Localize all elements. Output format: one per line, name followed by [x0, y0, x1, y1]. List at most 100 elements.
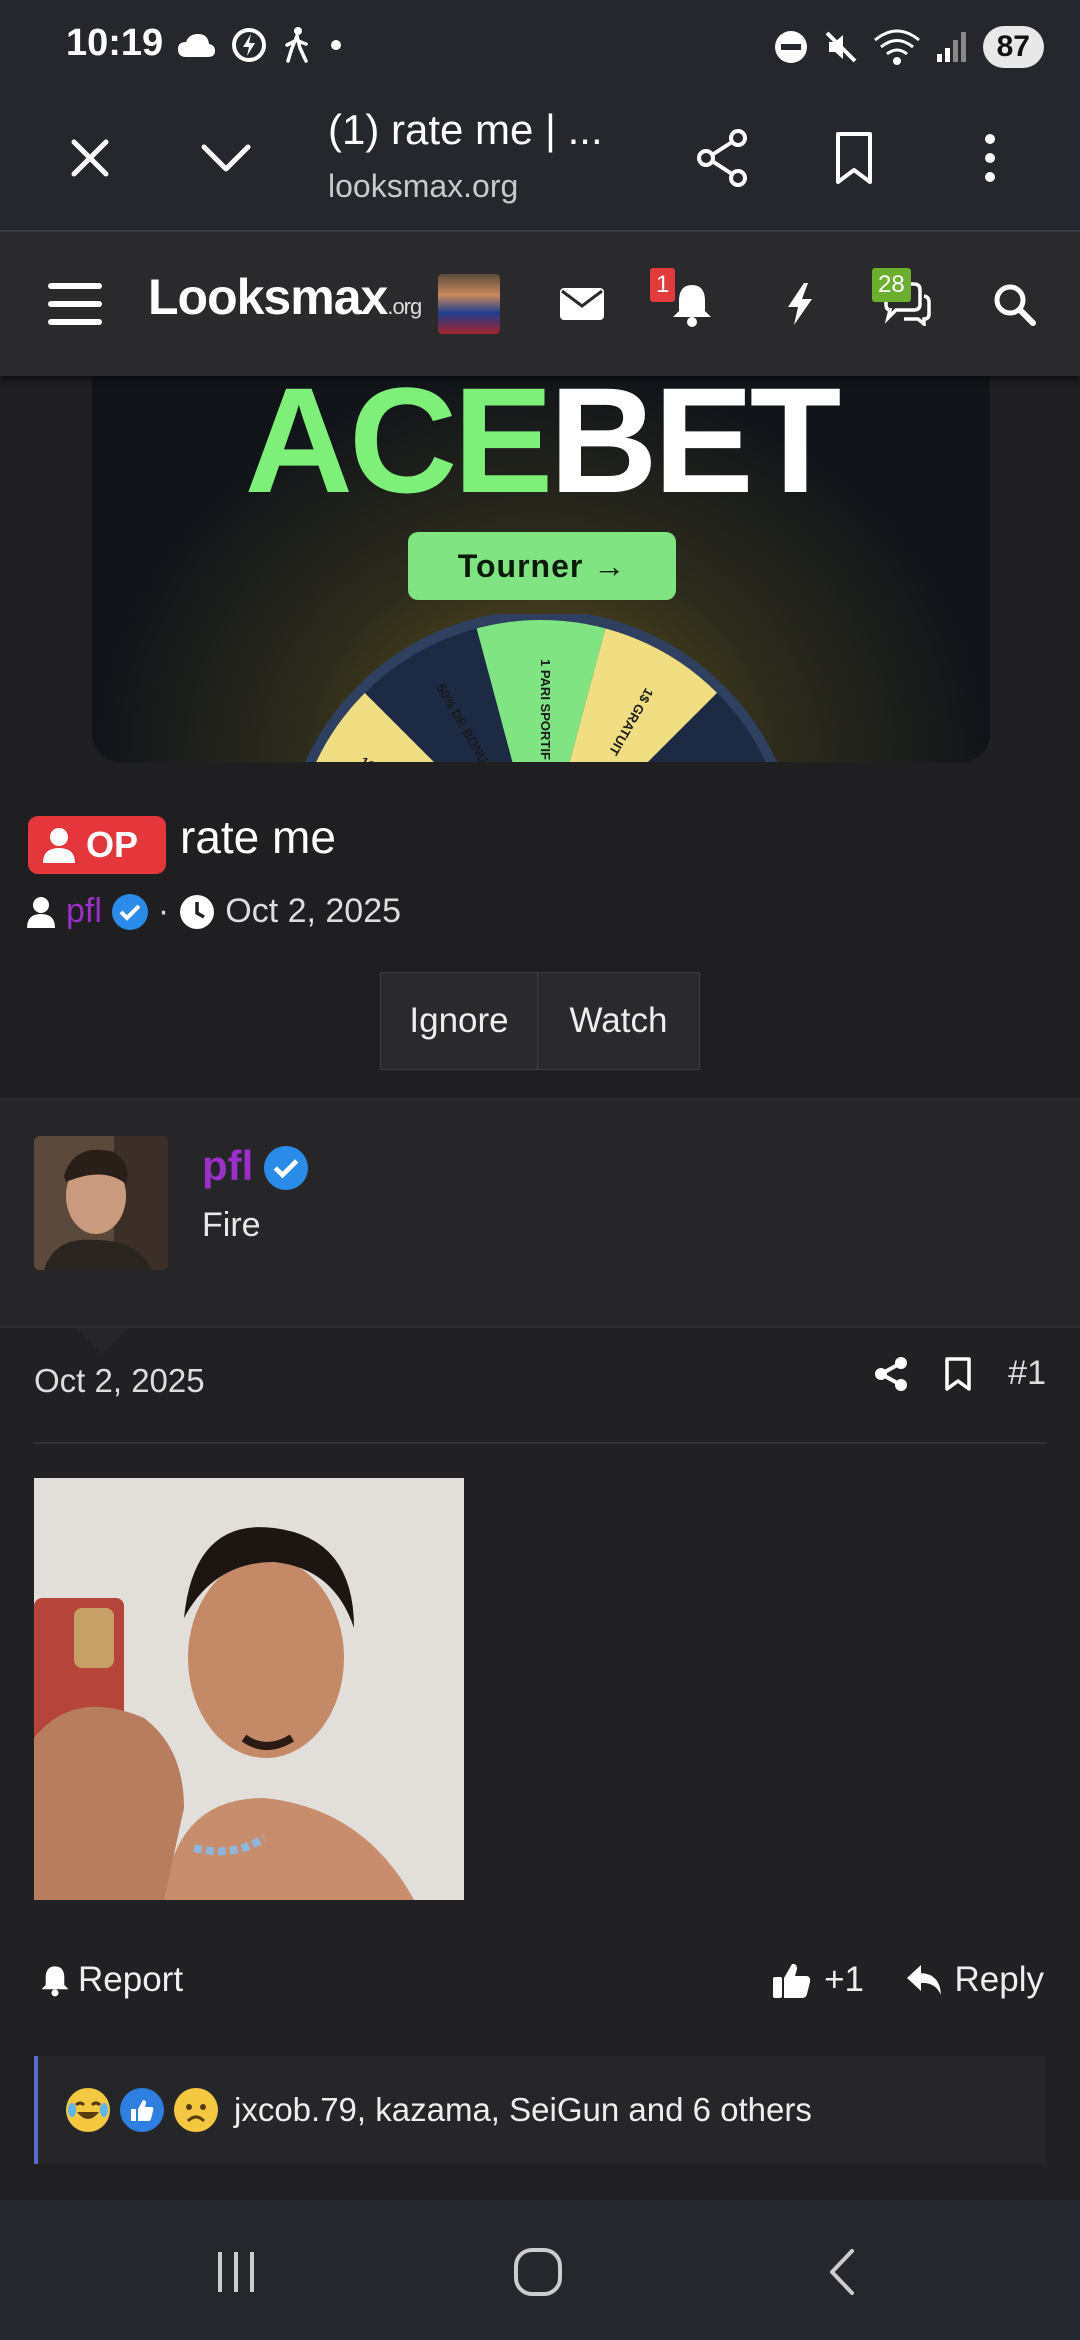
- post-author-link[interactable]: pfl: [202, 1142, 253, 1189]
- search-icon: [994, 284, 1036, 326]
- laughing-crying-emoji-icon: [66, 2088, 110, 2132]
- inbox-button[interactable]: [552, 268, 612, 340]
- meta-separator: ·: [157, 892, 170, 930]
- post-date[interactable]: Oct 2, 2025: [34, 1362, 205, 1400]
- close-tab-button[interactable]: [58, 126, 122, 190]
- battery-indicator: 87: [982, 26, 1044, 68]
- minimize-button[interactable]: [194, 126, 258, 190]
- reply-icon: [906, 1965, 941, 1995]
- post-author-avatar[interactable]: [34, 1136, 168, 1270]
- user-icon: [43, 828, 75, 863]
- user-avatar-button[interactable]: [438, 274, 500, 334]
- envelope-icon: [560, 288, 604, 320]
- cloud-icon: [178, 34, 215, 57]
- verified-badge-icon: [111, 893, 148, 930]
- reply-button[interactable]: Reply: [905, 1960, 1044, 2000]
- post-number-link[interactable]: #1: [1008, 1354, 1046, 1393]
- signal-icon: [936, 32, 966, 62]
- post-attached-image[interactable]: [34, 1478, 464, 1900]
- wheel-segment-label: 1 PARI SPORTIF GRATUIT: [538, 659, 553, 762]
- home-button[interactable]: [498, 2240, 578, 2304]
- thread-meta: pfl · Oct 2, 2025: [26, 892, 401, 931]
- status-time: 10:19: [66, 22, 164, 64]
- user-icon: [27, 896, 55, 928]
- dot-icon: [331, 40, 341, 50]
- bell-icon: [41, 1966, 69, 1997]
- recent-apps-icon: [218, 2252, 254, 2292]
- menu-button[interactable]: [40, 268, 110, 340]
- thumbs-up-icon: [773, 1963, 811, 1998]
- recent-apps-button[interactable]: [196, 2240, 276, 2304]
- bell-icon: [673, 285, 711, 327]
- conversations-badge: 28: [872, 268, 911, 302]
- alerts-badge: 1: [650, 268, 676, 302]
- share-icon[interactable]: [874, 1356, 908, 1392]
- post-actions-top: #1: [874, 1354, 1046, 1393]
- thread-date[interactable]: Oct 2, 2025: [225, 892, 401, 931]
- reply-label: Reply: [954, 1960, 1044, 1999]
- tab-url[interactable]: looksmax.org: [328, 168, 518, 205]
- tab-title[interactable]: (1) rate me | ...: [328, 106, 603, 154]
- clock-icon: [180, 894, 215, 929]
- verified-badge-icon: [264, 1146, 308, 1190]
- post-divider: [34, 1442, 1046, 1444]
- like-button[interactable]: +1: [772, 1960, 864, 2000]
- share-icon: [697, 129, 747, 187]
- banner-cta-label: Tourner →: [457, 547, 627, 584]
- thread-title: rate me: [180, 811, 336, 863]
- whats-new-button[interactable]: [770, 268, 830, 340]
- report-label: Report: [78, 1960, 184, 1999]
- back-button[interactable]: [802, 2240, 882, 2304]
- reactions-summary[interactable]: jxcob.79, kazama, SeiGun and 6 others: [234, 2091, 812, 2129]
- watch-button[interactable]: Watch: [537, 973, 699, 1069]
- share-button[interactable]: [690, 126, 754, 190]
- acebet-banner-ad[interactable]: ACEBET Tourner → 1$ GRATUIT + 50% DE DÉP…: [92, 366, 990, 762]
- back-icon: [830, 2249, 854, 2295]
- reactions-bar[interactable]: jxcob.79, kazama, SeiGun and 6 others: [34, 2056, 1046, 2164]
- site-logo[interactable]: Looksmax.org: [148, 268, 422, 326]
- bookmark-icon[interactable]: [944, 1356, 972, 1392]
- like-label: +1: [824, 1960, 864, 1999]
- site-navigation: Looksmax.org 1 28: [0, 232, 1080, 376]
- home-icon: [514, 2248, 562, 2296]
- ignore-button[interactable]: Ignore: [381, 973, 537, 1069]
- post-author-name[interactable]: pfl: [202, 1142, 253, 1190]
- chevron-down-icon: [201, 144, 251, 172]
- sad-emoji-icon: [174, 2088, 218, 2132]
- close-icon: [71, 139, 109, 177]
- avatar-photo: [34, 1136, 168, 1270]
- walking-icon: [285, 27, 308, 63]
- system-navigation-bar: [0, 2200, 1080, 2340]
- post-user-block: pfl Fire: [0, 1100, 1080, 1328]
- like-reaction-icon: [120, 2088, 164, 2132]
- mute-icon: [825, 31, 857, 63]
- hamburger-icon: [48, 283, 102, 325]
- bookmark-icon: [836, 132, 872, 184]
- report-link[interactable]: Report: [40, 1960, 183, 2000]
- brand-ace: ACE: [244, 366, 554, 524]
- more-options-button[interactable]: [958, 126, 1022, 190]
- banner-brand: ACEBET: [92, 366, 990, 527]
- status-right-icons: 87: [773, 26, 1044, 68]
- logo-text: Looksmax: [148, 269, 388, 325]
- user-block-arrow: [76, 1328, 128, 1354]
- brand-bet: BET: [549, 366, 841, 524]
- do-not-disturb-icon: [774, 31, 807, 63]
- post-footer: Report +1 Reply: [40, 1952, 1044, 2012]
- bolt-icon: [788, 283, 812, 325]
- op-badge: OP: [28, 816, 166, 874]
- search-button[interactable]: [984, 268, 1044, 340]
- logo-suffix: .org: [387, 294, 422, 319]
- thread-action-buttons: Ignore Watch: [380, 972, 700, 1070]
- browser-toolbar: (1) rate me | ... looksmax.org: [0, 96, 1080, 232]
- banner-cta-button[interactable]: Tourner →: [408, 532, 676, 600]
- prize-wheel: 1$ GRATUIT + 50% DE DÉPÔT50% DE BONUS 1 P…: [305, 614, 777, 762]
- more-vert-icon: [985, 134, 995, 182]
- bookmark-button[interactable]: [822, 126, 886, 190]
- post-author-title: Fire: [202, 1206, 261, 1244]
- post-1: pfl Fire Oct 2, 2025 #1 Report +1 Reply …: [0, 1098, 1080, 2200]
- status-left-icons: [176, 26, 346, 64]
- thread-author-link[interactable]: pfl: [66, 892, 102, 931]
- wifi-icon: [873, 29, 920, 65]
- status-bar: 10:19 87: [0, 0, 1080, 96]
